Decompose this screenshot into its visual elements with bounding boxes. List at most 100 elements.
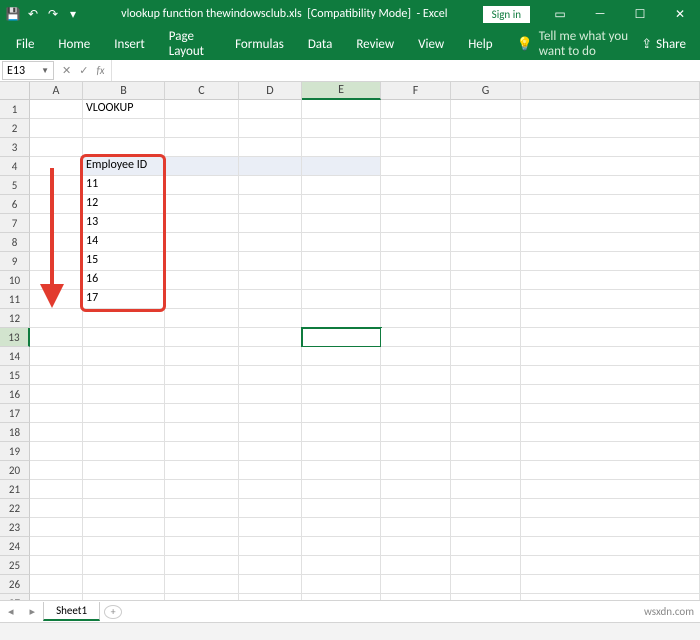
cell-C23[interactable]: [165, 518, 239, 537]
cell-G24[interactable]: [451, 537, 521, 556]
cell-E21[interactable]: [302, 480, 381, 499]
cell-F23[interactable]: [381, 518, 451, 537]
cell-E20[interactable]: [302, 461, 381, 480]
row-header-25[interactable]: 25: [0, 556, 30, 575]
minimize-icon[interactable]: —: [580, 0, 620, 28]
cell-D4[interactable]: [239, 157, 302, 176]
column-header-G[interactable]: G: [451, 82, 521, 100]
cell-A19[interactable]: [30, 442, 83, 461]
cell-G2[interactable]: [451, 119, 521, 138]
row-header-16[interactable]: 16: [0, 385, 30, 404]
tab-home[interactable]: Home: [46, 28, 102, 60]
cell-G21[interactable]: [451, 480, 521, 499]
cell-D24[interactable]: [239, 537, 302, 556]
cell-C9[interactable]: [165, 252, 239, 271]
cell-B7[interactable]: 13: [83, 214, 165, 233]
cell-B20[interactable]: [83, 461, 165, 480]
signin-button[interactable]: Sign in: [483, 6, 530, 23]
cell-F13[interactable]: [381, 328, 451, 347]
cell-E11[interactable]: [302, 290, 381, 309]
cell-E14[interactable]: [302, 347, 381, 366]
cell-E7[interactable]: [302, 214, 381, 233]
cell-F17[interactable]: [381, 404, 451, 423]
cell-A2[interactable]: [30, 119, 83, 138]
cell-F5[interactable]: [381, 176, 451, 195]
row-header-18[interactable]: 18: [0, 423, 30, 442]
cell-D6[interactable]: [239, 195, 302, 214]
cell-F2[interactable]: [381, 119, 451, 138]
cell-G22[interactable]: [451, 499, 521, 518]
cell-B22[interactable]: [83, 499, 165, 518]
qat-customize-icon[interactable]: ▾: [66, 7, 80, 21]
cell-F12[interactable]: [381, 309, 451, 328]
cell-C7[interactable]: [165, 214, 239, 233]
cell-C6[interactable]: [165, 195, 239, 214]
cell-G16[interactable]: [451, 385, 521, 404]
cell-C1[interactable]: [165, 100, 239, 119]
undo-icon[interactable]: ↶: [26, 7, 40, 21]
cell-F24[interactable]: [381, 537, 451, 556]
cell-B26[interactable]: [83, 575, 165, 594]
cell-G20[interactable]: [451, 461, 521, 480]
cell-D20[interactable]: [239, 461, 302, 480]
cell-B9[interactable]: 15: [83, 252, 165, 271]
cell-C22[interactable]: [165, 499, 239, 518]
enter-icon[interactable]: ✓: [79, 64, 88, 77]
name-box-dropdown-icon[interactable]: ▼: [41, 66, 49, 76]
ribbon-options-icon[interactable]: ▭: [540, 0, 580, 28]
cell-C14[interactable]: [165, 347, 239, 366]
cell-G1[interactable]: [451, 100, 521, 119]
cell-C24[interactable]: [165, 537, 239, 556]
cell-G9[interactable]: [451, 252, 521, 271]
cell-F11[interactable]: [381, 290, 451, 309]
row-header-15[interactable]: 15: [0, 366, 30, 385]
cell-G5[interactable]: [451, 176, 521, 195]
tab-review[interactable]: Review: [344, 28, 406, 60]
name-box[interactable]: E13 ▼: [2, 61, 54, 80]
cell-F18[interactable]: [381, 423, 451, 442]
row-header-4[interactable]: 4: [0, 157, 30, 176]
column-header-C[interactable]: C: [165, 82, 239, 100]
cell-G26[interactable]: [451, 575, 521, 594]
cell-A14[interactable]: [30, 347, 83, 366]
cell-E23[interactable]: [302, 518, 381, 537]
cell-D2[interactable]: [239, 119, 302, 138]
cell-C26[interactable]: [165, 575, 239, 594]
cell-E2[interactable]: [302, 119, 381, 138]
cell-A21[interactable]: [30, 480, 83, 499]
row-header-19[interactable]: 19: [0, 442, 30, 461]
cell-F26[interactable]: [381, 575, 451, 594]
cell-A24[interactable]: [30, 537, 83, 556]
cell-E8[interactable]: [302, 233, 381, 252]
cell-A23[interactable]: [30, 518, 83, 537]
cell-C11[interactable]: [165, 290, 239, 309]
cell-F1[interactable]: [381, 100, 451, 119]
cell-G8[interactable]: [451, 233, 521, 252]
cell-C4[interactable]: [165, 157, 239, 176]
column-header-B[interactable]: B: [83, 82, 165, 100]
cell-F20[interactable]: [381, 461, 451, 480]
cell-F8[interactable]: [381, 233, 451, 252]
cell-F4[interactable]: [381, 157, 451, 176]
cell-F19[interactable]: [381, 442, 451, 461]
row-header-22[interactable]: 22: [0, 499, 30, 518]
cell-D13[interactable]: [239, 328, 302, 347]
cell-E13[interactable]: [302, 328, 381, 347]
cell-F15[interactable]: [381, 366, 451, 385]
row-header-12[interactable]: 12: [0, 309, 30, 328]
cell-B1[interactable]: VLOOKUP: [83, 100, 165, 119]
cell-F7[interactable]: [381, 214, 451, 233]
cell-D8[interactable]: [239, 233, 302, 252]
cell-C8[interactable]: [165, 233, 239, 252]
cell-C12[interactable]: [165, 309, 239, 328]
cell-D15[interactable]: [239, 366, 302, 385]
cell-D26[interactable]: [239, 575, 302, 594]
cell-C25[interactable]: [165, 556, 239, 575]
row-header-13[interactable]: 13: [0, 328, 30, 347]
row-header-23[interactable]: 23: [0, 518, 30, 537]
cell-E17[interactable]: [302, 404, 381, 423]
close-icon[interactable]: ✕: [660, 0, 700, 28]
cell-A26[interactable]: [30, 575, 83, 594]
cell-E22[interactable]: [302, 499, 381, 518]
cell-G3[interactable]: [451, 138, 521, 157]
